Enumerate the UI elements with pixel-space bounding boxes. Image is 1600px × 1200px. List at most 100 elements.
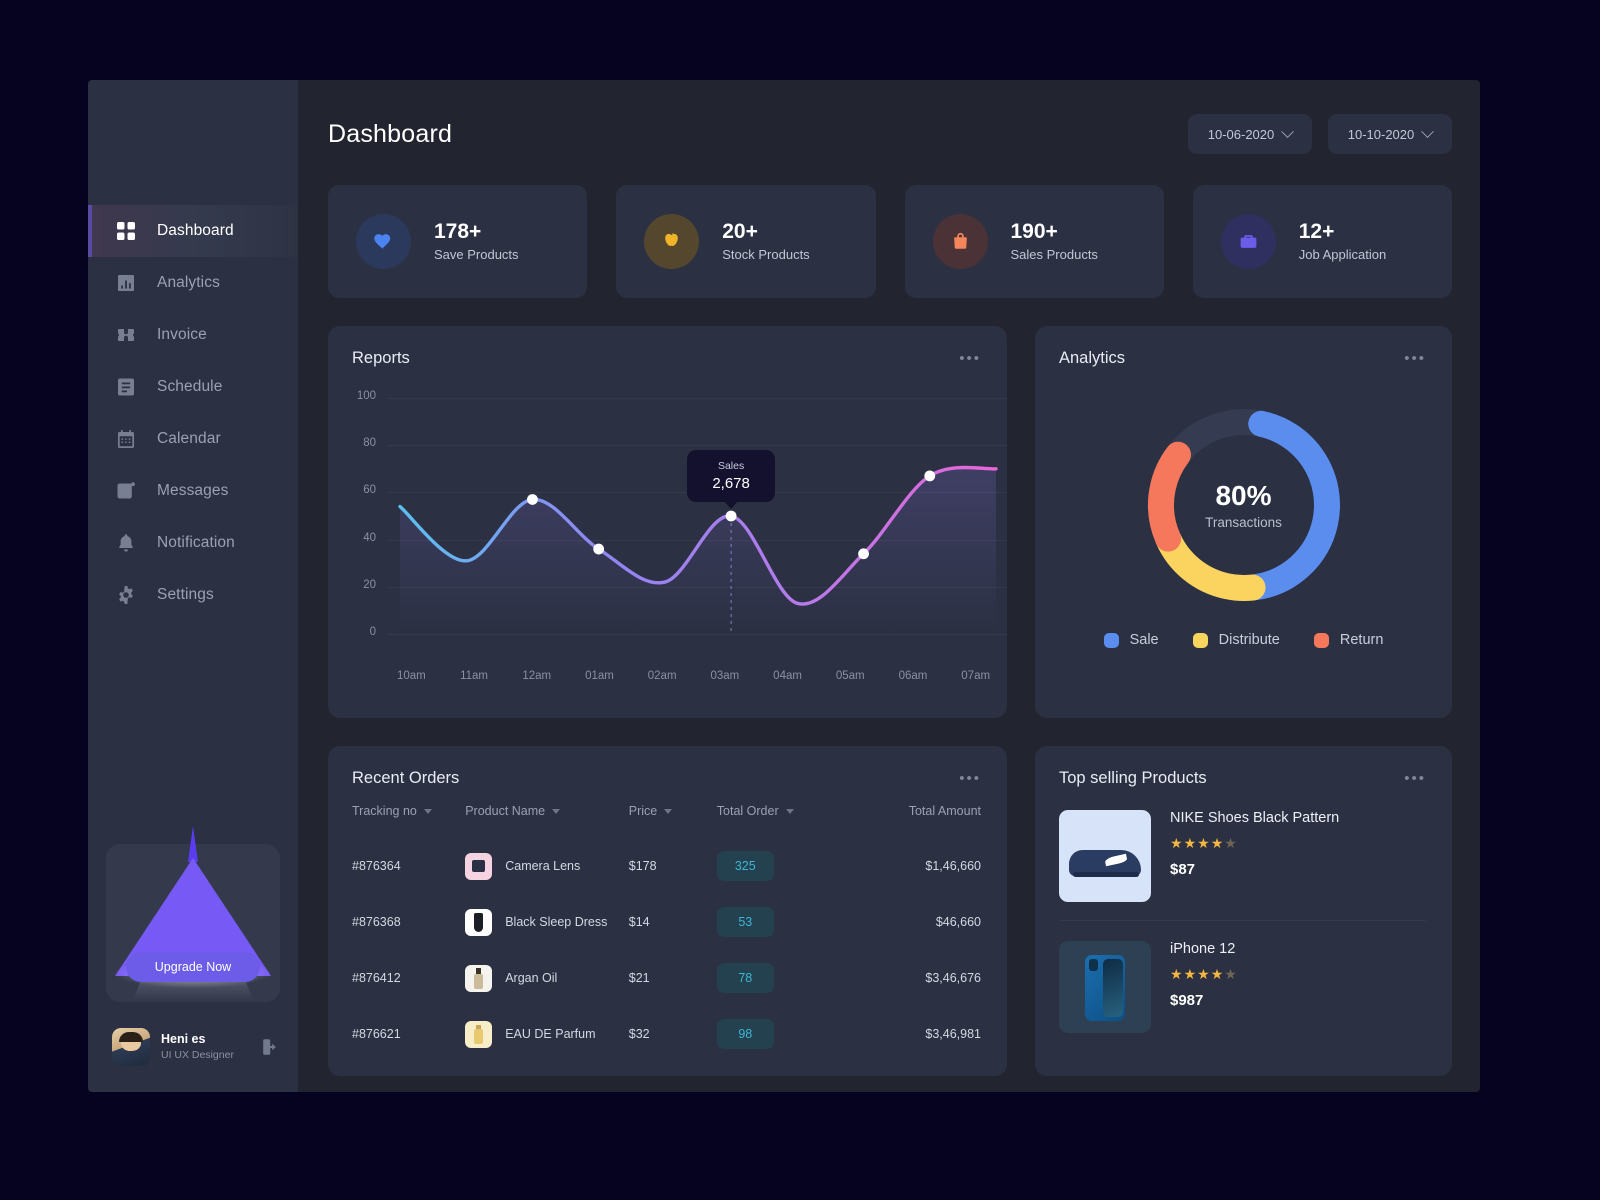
cell-total-order: 53: [716, 894, 843, 950]
cell-product-name: EAU DE Parfum: [465, 1006, 629, 1062]
stat-value: 12+: [1298, 219, 1335, 243]
cell-price: $14: [628, 915, 650, 929]
product-price: $987: [1170, 992, 1204, 1009]
donut-percent: 80%: [1215, 480, 1272, 511]
chart-data-point[interactable]: [725, 510, 737, 522]
table-row[interactable]: #876364 Camera Lens $178 325 $1,46,660: [352, 838, 981, 894]
sidebar-item-label: Dashboard: [157, 222, 234, 239]
logout-icon[interactable]: [260, 1037, 280, 1057]
sort-arrow-icon[interactable]: [552, 809, 561, 815]
reports-menu-button[interactable]: •••: [959, 351, 981, 366]
cell-tracking-no: #876621: [352, 1027, 401, 1041]
product-price: $87: [1170, 861, 1196, 878]
stat-card-sales-products[interactable]: 190+ Sales Products: [904, 185, 1164, 298]
y-axis-tick: 80: [363, 437, 376, 450]
product-name: iPhone 12: [1170, 941, 1236, 957]
orders-table-wrap: Tracking no Product Name Price Total Order T…: [328, 804, 1007, 1062]
shopping-bag-icon: [932, 214, 988, 269]
table-row[interactable]: #876412 Argan Oil $21 78 $3,46,676: [352, 950, 981, 1006]
stat-card-job-application[interactable]: 12+ Job Application: [1192, 185, 1452, 298]
analytics-menu-button[interactable]: •••: [1404, 351, 1426, 366]
stat-card-save-products[interactable]: 178+ Save Products: [328, 185, 588, 298]
sidebar-item-notification[interactable]: Notification: [88, 517, 298, 569]
product-name-text: Black Sleep Dress: [505, 915, 608, 929]
x-axis-tick: 05am: [835, 670, 865, 682]
date-from-picker[interactable]: 10-06-2020: [1188, 114, 1312, 154]
apple-icon: [644, 214, 700, 269]
cell-total-order: 78: [716, 950, 843, 1006]
rating-star: ★: [1170, 966, 1184, 982]
table-row[interactable]: #876368 Black Sleep Dress $14 53 $46,660: [352, 894, 981, 950]
top-selling-menu-button[interactable]: •••: [1404, 771, 1426, 786]
calendar-icon: [116, 429, 136, 449]
product-list-item[interactable]: NIKE Shoes Black Pattern ★★★★★ $87: [1059, 790, 1426, 902]
chevron-down-icon: [1421, 124, 1435, 138]
column-header[interactable]: Tracking no: [352, 804, 465, 838]
stat-card-stock-products[interactable]: 20+ Stock Products: [616, 185, 876, 298]
upgrade-card: Upgrade Now: [106, 826, 280, 1002]
sidebar: Dashboard Analytics Invoice Schedule Cal…: [88, 80, 298, 1092]
gear-icon: [116, 585, 136, 605]
sidebar-item-dashboard[interactable]: Dashboard: [88, 205, 298, 257]
sidebar-item-settings[interactable]: Settings: [88, 569, 298, 621]
sidebar-item-label: Notification: [157, 534, 235, 551]
sort-arrow-icon[interactable]: [423, 809, 432, 815]
sidebar-item-label: Messages: [157, 482, 229, 499]
chart-tooltip: Sales 2,678: [687, 450, 776, 502]
rating-star: ★: [1210, 966, 1225, 982]
sort-arrow-icon[interactable]: [664, 809, 673, 815]
table-row[interactable]: #876621 EAU DE Parfum $32 98 $3,46,981: [352, 1006, 981, 1062]
date-to-picker[interactable]: 10-10-2020: [1328, 114, 1452, 154]
user-profile[interactable]: Heni es UI UX Designer: [88, 1002, 298, 1092]
schedule-icon: [116, 377, 136, 397]
table-header-row: Tracking no Product Name Price Total Order T…: [352, 804, 981, 838]
cell-product-name: Black Sleep Dress: [465, 894, 629, 950]
shoe-thumb: [1059, 810, 1151, 902]
product-name-text: Camera Lens: [505, 859, 581, 873]
product-name-text: Argan Oil: [505, 971, 558, 985]
camera-thumb: [465, 852, 493, 880]
top-selling-list: NIKE Shoes Black Pattern ★★★★★ $87 iPhon…: [1035, 788, 1452, 1033]
bell-icon: [116, 533, 136, 553]
bottom-row: Recent Orders ••• Tracking no Product Nam…: [328, 746, 1452, 1076]
column-header[interactable]: Total Order: [717, 804, 843, 838]
cell-tracking-no: #876412: [352, 971, 401, 985]
chart-data-point[interactable]: [924, 470, 936, 482]
column-header[interactable]: Price: [629, 804, 717, 838]
product-name-text: EAU DE Parfum: [505, 1027, 596, 1041]
main-content: Dashboard 10-06-2020 10-10-2020 178+ Sav…: [298, 80, 1480, 1092]
page-title: Dashboard: [328, 119, 453, 148]
chart-data-point[interactable]: [858, 548, 869, 560]
orders-table: Tracking no Product Name Price Total Order T…: [352, 804, 981, 1062]
chart-data-point[interactable]: [527, 494, 538, 505]
analytics-card: Analytics ••• 80% Transactions Sale Distr…: [1035, 326, 1452, 718]
cell-total-order: 325: [716, 838, 843, 894]
sidebar-item-calendar[interactable]: Calendar: [88, 413, 298, 465]
product-info: NIKE Shoes Black Pattern ★★★★★ $87: [1170, 810, 1339, 878]
sort-arrow-icon[interactable]: [785, 809, 794, 815]
heart-icon: [356, 214, 411, 269]
y-axis-tick: 0: [369, 626, 376, 638]
sidebar-item-invoice[interactable]: Invoice: [88, 309, 298, 361]
topbar: Dashboard 10-06-2020 10-10-2020: [328, 114, 1452, 154]
sidebar-item-messages[interactable]: Messages: [88, 465, 298, 517]
orders-header: Recent Orders •••: [328, 746, 1007, 788]
top-selling-title: Top selling Products: [1059, 769, 1207, 787]
chart-x-axis-labels: 10am 11am 12am 01am 02am 03am 04am 05am 06am 07am: [380, 670, 1007, 682]
orders-menu-button[interactable]: •••: [959, 771, 981, 786]
column-header[interactable]: Product Name: [465, 804, 629, 838]
x-axis-tick: 03am: [710, 670, 740, 682]
product-list-item[interactable]: iPhone 12 ★★★★★ $987: [1059, 920, 1426, 1033]
profile-text: Heni es UI UX Designer: [161, 1031, 234, 1062]
upgrade-now-button[interactable]: Upgrade Now: [126, 952, 260, 982]
column-header[interactable]: Total Amount: [843, 804, 981, 838]
y-axis-tick: 20: [363, 578, 376, 591]
reports-header: Reports •••: [328, 326, 1007, 368]
x-axis-tick: 12am: [522, 670, 552, 682]
reports-title: Reports: [352, 349, 410, 367]
chart-data-point[interactable]: [593, 543, 605, 555]
sidebar-item-analytics[interactable]: Analytics: [88, 257, 298, 309]
orders-title: Recent Orders: [352, 769, 460, 787]
sidebar-item-schedule[interactable]: Schedule: [88, 361, 298, 413]
product-rating: ★★★★★: [1170, 966, 1238, 983]
